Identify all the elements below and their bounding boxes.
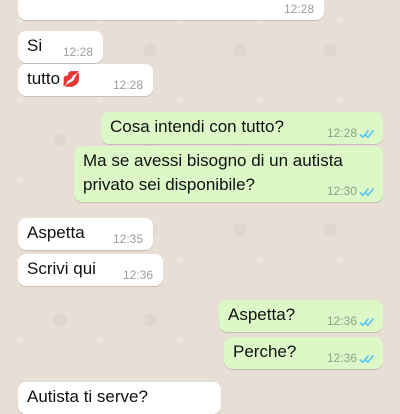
message-text-line: Ma se avessi bisogno di un autista: [83, 151, 343, 170]
double-check-read-icon: [359, 188, 375, 197]
message-text-line: privato sei disponibile?: [83, 175, 255, 194]
message-text: Autista ti serve?: [27, 387, 148, 406]
message-time: 12:28: [326, 126, 357, 140]
message-text: Aspetta?: [228, 305, 296, 324]
message-text: Ma se avessi bisogno di un autista priva…: [83, 149, 343, 197]
message-time: 12:36: [326, 314, 357, 328]
message-text: Si: [27, 36, 43, 55]
message-time: 12:36: [122, 268, 153, 282]
message-text: Aspetta: [27, 223, 85, 242]
message-time: 12:28: [112, 78, 143, 92]
message-bubble-outgoing[interactable]: Ma se avessi bisogno di un autista priva…: [74, 146, 383, 202]
message-time: 12:28: [62, 45, 93, 59]
message-text-body: tutto: [27, 69, 61, 88]
double-check-read-icon: [359, 130, 375, 139]
double-check-read-icon: [359, 355, 375, 364]
kiss-emoji-icon: 💋: [62, 71, 81, 88]
message-text: Perche?: [233, 342, 297, 361]
message-bubble-incoming[interactable]: tutto 💋 12:28: [18, 64, 153, 96]
double-check-read-icon: [359, 318, 375, 327]
message-time: 12:30: [326, 184, 357, 198]
message-bubble-outgoing[interactable]: Aspetta? 12:36: [219, 300, 383, 332]
message-bubble-outgoing[interactable]: Perche? 12:36: [224, 337, 383, 369]
message-time: 12:35: [112, 232, 143, 246]
message-text: Cosa intendi con tutto?: [110, 117, 284, 136]
message-bubble-incoming[interactable]: Autista ti serve?: [18, 382, 221, 414]
message-time: 12:36: [326, 351, 357, 365]
message-bubble-outgoing[interactable]: Cosa intendi con tutto? 12:28: [101, 112, 383, 144]
message-bubble-incoming[interactable]: Si 12:28: [18, 31, 103, 63]
message-bubble-incoming[interactable]: Scrivi qui 12:36: [18, 254, 163, 286]
message-time: 12:28: [283, 2, 314, 16]
message-text: Scrivi qui: [27, 259, 96, 278]
message-bubble-incoming[interactable]: Aspetta 12:35: [18, 218, 153, 250]
message-bubble-incoming[interactable]: 12:28: [18, 0, 324, 20]
message-text: tutto 💋: [27, 69, 81, 89]
